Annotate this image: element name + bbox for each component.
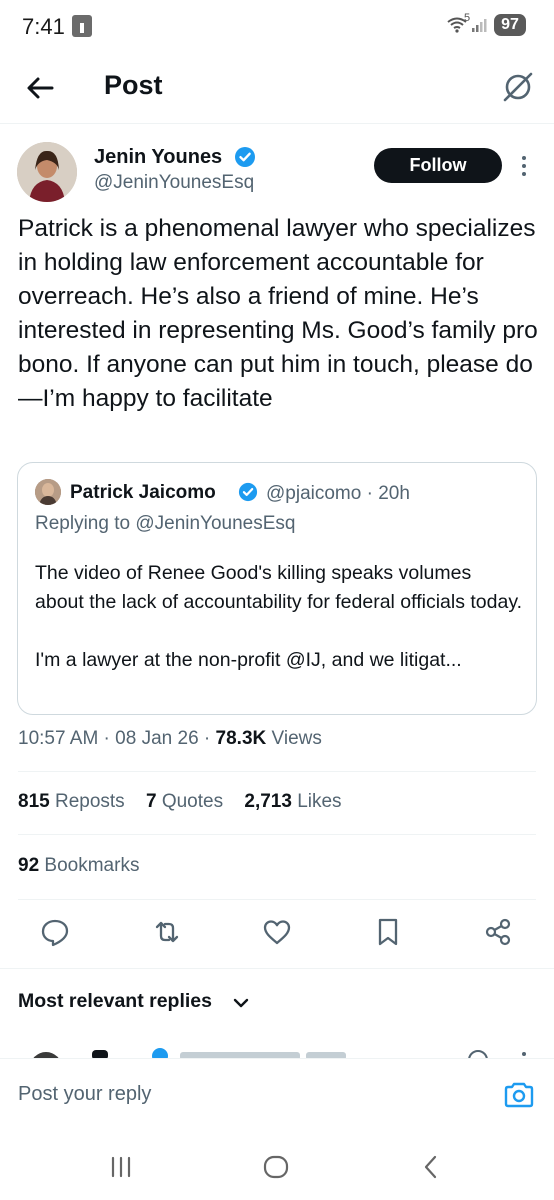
bookmark-icon[interactable] — [372, 916, 404, 948]
reply-icon[interactable] — [39, 916, 71, 948]
reply-input[interactable]: Post your reply — [18, 1083, 151, 1106]
quotes-label: Quotes — [161, 791, 224, 812]
home-icon[interactable] — [261, 1152, 291, 1182]
more-options-icon[interactable] — [516, 152, 532, 180]
recent-apps-icon[interactable] — [106, 1152, 136, 1182]
action-bar — [0, 916, 554, 954]
divider — [18, 834, 536, 835]
author-avatar[interactable] — [17, 142, 77, 202]
replies-sort-dropdown[interactable]: Most relevant replies — [18, 990, 212, 1013]
quoted-author-avatar — [35, 479, 61, 505]
reply-composer-bar: Post your reply — [0, 1058, 554, 1134]
signal-icon — [472, 19, 487, 32]
quoted-author-name: Patrick Jaicomo — [70, 482, 216, 503]
system-navigation-bar — [0, 1134, 554, 1200]
post-timestamp: 10:57 AM · 08 Jan 26 · 78.3K Views — [18, 728, 322, 749]
likes-count: 2,713 — [244, 791, 292, 812]
top-app-bar: Post — [0, 52, 554, 124]
repost-icon[interactable] — [151, 916, 183, 948]
camera-icon[interactable] — [503, 1079, 535, 1111]
network-label: 5 — [464, 12, 471, 24]
quotes-count: 7 — [145, 791, 157, 812]
quoted-post-text: The video of Renee Good's killing speaks… — [35, 562, 523, 671]
back-arrow-icon[interactable] — [22, 70, 58, 106]
share-icon[interactable] — [482, 916, 514, 948]
post-time: 10:57 AM — [18, 728, 99, 749]
status-bar: 7:41 5 97 — [0, 0, 554, 52]
battery-indicator: 97 — [494, 14, 526, 36]
page-title: Post — [104, 70, 163, 100]
divider — [18, 899, 536, 900]
chevron-down-icon[interactable] — [232, 994, 250, 1012]
author-handle[interactable]: @JeninYounesEsq — [94, 172, 254, 194]
verified-badge-icon — [235, 147, 255, 167]
quoted-post-card[interactable]: Patrick Jaicomo @pjaicomo · 20h Replying… — [17, 462, 537, 715]
post-date: 08 Jan 26 — [115, 728, 199, 749]
engagement-stats: 815 Reposts 7 Quotes 2,713 Likes — [18, 791, 358, 813]
reposts-count: 815 — [18, 791, 50, 812]
bookmarks-count: 92 — [18, 855, 40, 876]
quotes-stat[interactable]: 7 Quotes — [146, 791, 223, 812]
divider — [0, 968, 554, 969]
follow-button[interactable]: Follow — [374, 148, 502, 183]
quoted-post-age: 20h — [378, 483, 410, 504]
notification-icon — [72, 15, 92, 37]
grok-icon[interactable] — [500, 69, 536, 105]
author-name[interactable]: Jenin Younes — [94, 146, 222, 169]
views-label: Views — [271, 728, 322, 749]
views-count: 78.3K — [215, 728, 267, 749]
post-text: Patrick is a phenomenal lawyer who speci… — [18, 215, 538, 412]
like-heart-icon[interactable] — [261, 916, 293, 948]
divider — [18, 771, 536, 772]
reply-preview-cut-off — [0, 1044, 554, 1058]
likes-label: Likes — [297, 791, 342, 812]
likes-stat[interactable]: 2,713 Likes — [244, 791, 341, 812]
verified-badge-icon — [238, 482, 258, 502]
back-nav-icon[interactable] — [416, 1152, 446, 1182]
reposts-stat[interactable]: 815 Reposts — [18, 791, 125, 812]
reposts-label: Reposts — [54, 791, 125, 812]
status-time: 7:41 — [22, 14, 65, 39]
bookmarks-label: Bookmarks — [44, 855, 140, 876]
bookmarks-stat[interactable]: 92 Bookmarks — [18, 855, 139, 877]
replying-to-label: Replying to @JeninYounesEsq — [35, 513, 296, 534]
quoted-author-handle: @pjaicomo — [266, 483, 362, 504]
quoted-author-meta: @pjaicomo · 20h — [266, 483, 410, 504]
